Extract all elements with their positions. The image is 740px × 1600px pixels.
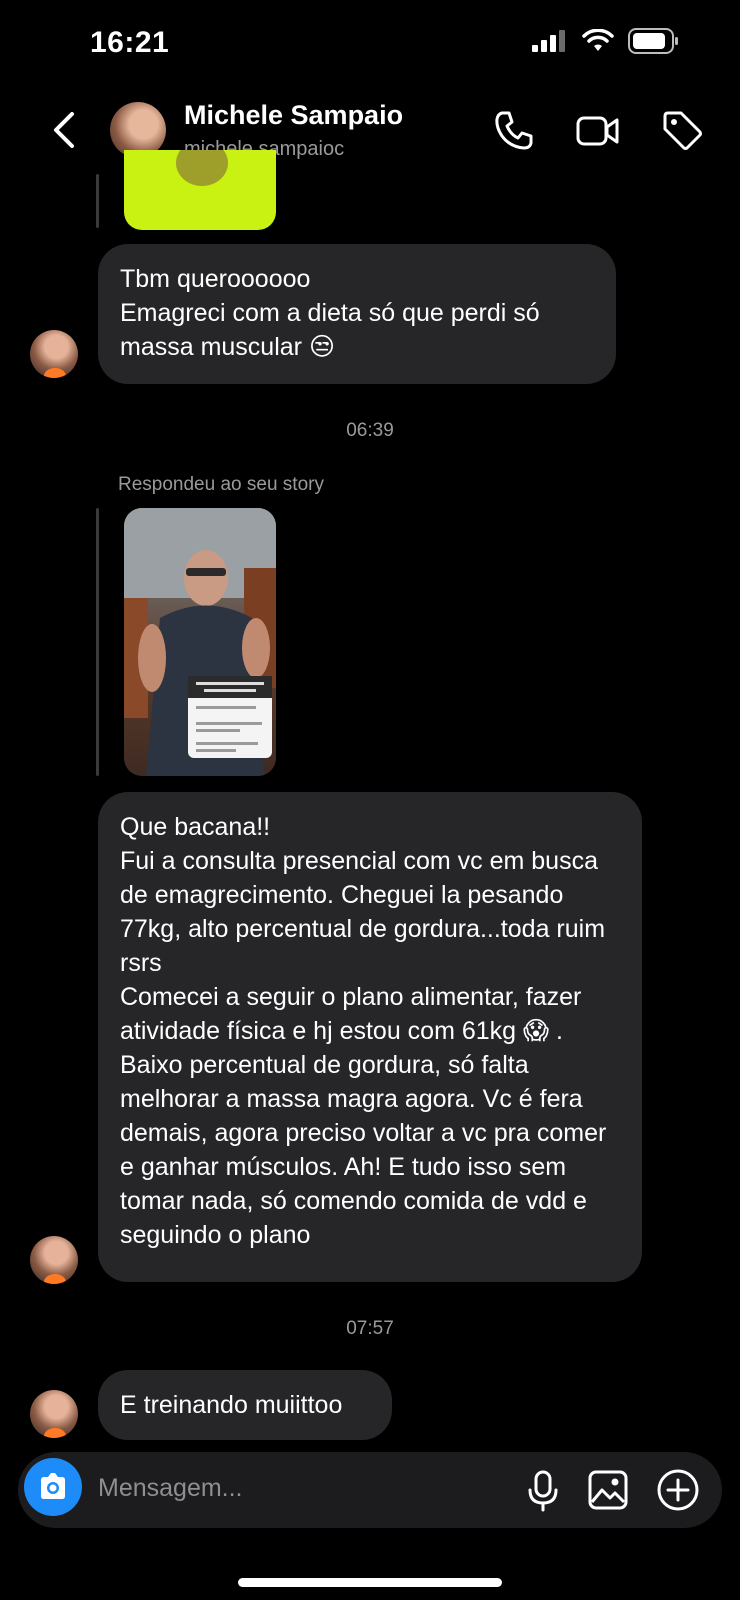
sender-avatar[interactable] <box>30 1390 78 1438</box>
home-indicator[interactable] <box>238 1578 502 1587</box>
message-text: Comecei a seguir o plano alimentar, faze… <box>120 983 607 1249</box>
sender-avatar[interactable] <box>30 1236 78 1284</box>
camera-button[interactable] <box>24 1458 82 1516</box>
reply-indicator-bar <box>96 174 99 228</box>
message-text: E treinando muiittoo <box>120 1391 343 1419</box>
message-text: Que bacana!! <box>120 813 271 841</box>
timestamp: 06:39 <box>346 420 394 441</box>
story-thumbnail[interactable] <box>124 508 276 776</box>
battery-icon <box>628 28 678 54</box>
back-chevron-icon[interactable] <box>44 108 84 152</box>
wifi-icon <box>582 29 614 51</box>
plus-circle-icon[interactable] <box>656 1468 700 1512</box>
cellular-signal-icon <box>532 30 565 52</box>
phone-icon[interactable] <box>492 108 536 152</box>
video-camera-icon[interactable] <box>576 108 620 152</box>
message-text: Tbm queroooooo <box>120 265 311 293</box>
image-icon[interactable] <box>588 1470 628 1510</box>
message-text: Emagreci com a dieta só que perdi só mas… <box>120 299 540 361</box>
message-input[interactable]: Mensagem... <box>98 1474 243 1503</box>
status-icons <box>532 28 680 54</box>
camera-icon <box>41 1473 65 1499</box>
story-thumbnail-partial[interactable] <box>124 150 276 230</box>
status-time: 16:21 <box>90 26 170 59</box>
contact-name[interactable]: Michele Sampaio <box>184 100 403 131</box>
message-bubble[interactable]: E treinando muiittoo <box>98 1370 392 1440</box>
sender-avatar[interactable] <box>30 330 78 378</box>
message-bubble[interactable]: Tbm queroooooo Emagreci com a dieta só q… <box>98 244 616 384</box>
story-reply-label: Respondeu ao seu story <box>118 474 324 495</box>
message-bubble[interactable]: Que bacana!! Fui a consulta presencial c… <box>98 792 642 1282</box>
message-text: Fui a consulta presencial com vc em busc… <box>120 847 606 977</box>
timestamp: 07:57 <box>346 1318 394 1339</box>
story-person-image <box>124 508 276 776</box>
tag-icon[interactable] <box>660 108 704 152</box>
microphone-icon[interactable] <box>526 1470 560 1512</box>
reply-indicator-bar <box>96 508 99 776</box>
